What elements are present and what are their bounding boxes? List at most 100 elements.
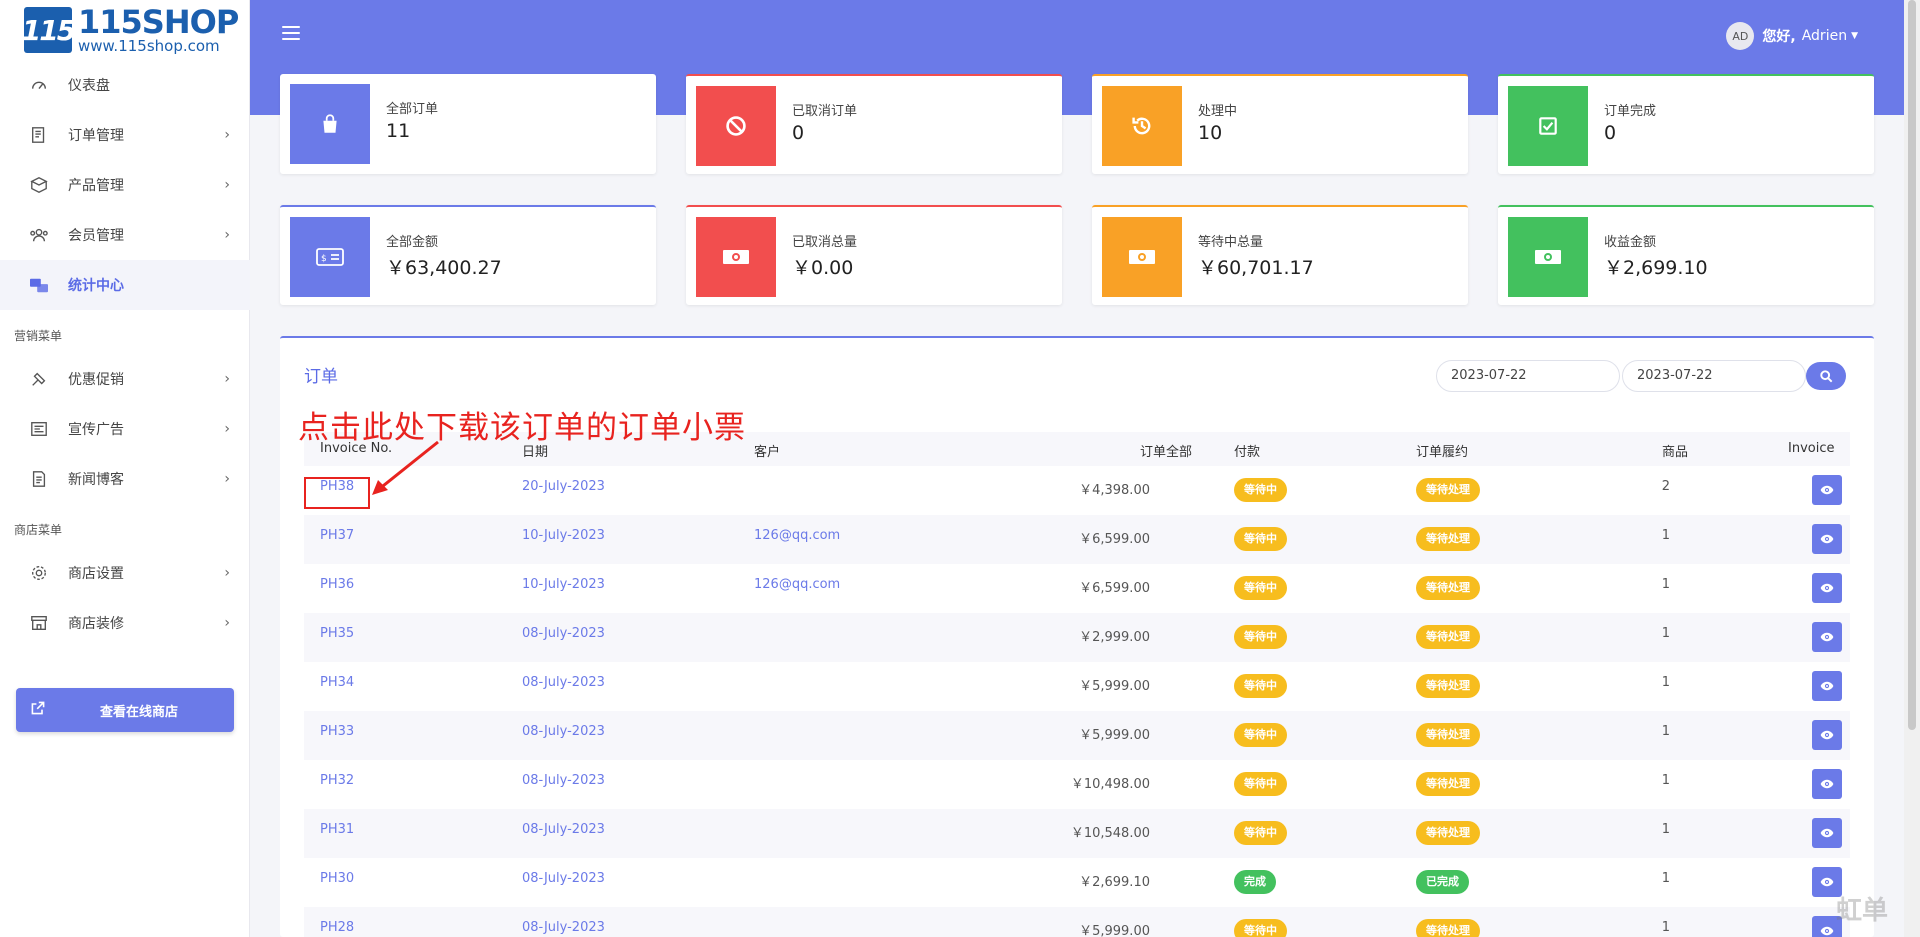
item-count: 1 (1661, 822, 1670, 837)
stat-value: ￥60,701.17 (1198, 257, 1314, 279)
payment-badge: 等待中 (1234, 821, 1287, 845)
order-date[interactable]: 10-July-2023 (522, 577, 605, 592)
stat-card-cancelled-amount: 已取消总量 ￥0.00 (686, 205, 1062, 305)
view-invoice-button[interactable] (1812, 524, 1842, 554)
view-invoice-button[interactable] (1812, 475, 1842, 505)
order-date[interactable]: 08-July-2023 (522, 920, 605, 935)
sidebar-item-promotions[interactable]: 优惠促销 › (0, 354, 250, 404)
invoice-link[interactable]: PH36 (320, 577, 354, 592)
orders-title: 订单 (304, 367, 338, 387)
sidebar-item-news[interactable]: 新闻博客 › (0, 454, 250, 504)
stat-card-processing: 处理中 10 (1092, 74, 1468, 174)
scrollbar-thumb[interactable] (1908, 0, 1916, 730)
table-row: PH35 08-July-2023 ￥2,999.00 等待中 等待处理 1 (304, 613, 1850, 662)
sidebar-item-label: 商店装修 (68, 616, 124, 632)
order-date[interactable]: 08-July-2023 (522, 675, 605, 690)
invoice-link[interactable]: PH37 (320, 528, 354, 543)
invoice-link[interactable]: PH28 (320, 920, 354, 935)
view-online-shop-button[interactable]: 查看在线商店 (16, 688, 234, 732)
menu-toggle-icon[interactable] (282, 26, 300, 44)
sidebar-item-shop-settings[interactable]: 商店设置 › (0, 548, 250, 598)
view-invoice-button[interactable] (1812, 720, 1842, 750)
section-marketing: 营销菜单 (14, 329, 63, 343)
invoice-link[interactable]: PH33 (320, 724, 354, 739)
eye-icon (1820, 534, 1834, 544)
invoice-link[interactable]: PH34 (320, 675, 354, 690)
order-date[interactable]: 10-July-2023 (522, 528, 605, 543)
search-icon (1819, 369, 1832, 382)
invoice-link[interactable]: PH30 (320, 871, 354, 886)
stat-title: 全部订单 (386, 102, 439, 117)
history-icon (1102, 86, 1182, 166)
customer-email[interactable]: 126@qq.com (754, 577, 840, 592)
annotation-text: 点击此处下载该订单的订单小票 (298, 410, 746, 446)
order-date[interactable]: 08-July-2023 (522, 773, 605, 788)
annotation-highlight-box (304, 477, 370, 509)
table-row: PH34 08-July-2023 ￥5,999.00 等待中 等待处理 1 (304, 662, 1850, 711)
money-bill-icon (1508, 217, 1588, 297)
stat-card-all-orders: 全部订单 11 (280, 74, 656, 174)
payment-badge: 等待中 (1234, 478, 1287, 502)
date-from-input[interactable]: 2023-07-22 (1436, 360, 1620, 392)
section-shop: 商店菜单 (14, 523, 63, 537)
view-invoice-button[interactable] (1812, 818, 1842, 848)
stat-value: ￥0.00 (792, 257, 854, 279)
sidebar-item-stats[interactable]: 统计中心 (0, 260, 250, 310)
stat-card-cancelled-orders: 已取消订单 0 (686, 74, 1062, 174)
invoice-link[interactable]: PH31 (320, 822, 354, 837)
brand-name: 115SHOP (78, 3, 239, 41)
view-shop-label: 查看在线商店 (100, 704, 179, 720)
view-invoice-button[interactable] (1812, 671, 1842, 701)
stat-title: 订单完成 (1604, 104, 1657, 119)
sidebar-item-products[interactable]: 产品管理 › (0, 160, 250, 210)
stat-value: 0 (792, 122, 805, 144)
view-invoice-button[interactable] (1812, 769, 1842, 799)
eye-icon (1820, 730, 1834, 740)
order-date[interactable]: 20-July-2023 (522, 479, 605, 494)
sidebar-item-members[interactable]: 会员管理 › (0, 210, 250, 260)
watermark-text: 虹单 (1836, 896, 1889, 926)
sidebar-item-orders[interactable]: 订单管理 › (0, 110, 250, 160)
col-payment: 付款 (1234, 445, 1261, 460)
order-date[interactable]: 08-July-2023 (522, 724, 605, 739)
col-invoice: Invoice (1788, 441, 1835, 456)
search-button[interactable] (1806, 362, 1846, 390)
fulfillment-badge: 等待处理 (1416, 723, 1480, 747)
table-row: PH32 08-July-2023 ￥10,498.00 等待中 等待处理 1 (304, 760, 1850, 809)
invoice-link[interactable]: PH32 (320, 773, 354, 788)
chevron-right-icon: › (224, 615, 230, 631)
table-row: PH30 08-July-2023 ￥2,699.10 完成 已完成 1 (304, 858, 1850, 907)
page-scrollbar[interactable] (1904, 0, 1920, 937)
chevron-right-icon: › (224, 421, 230, 437)
date-to-input[interactable]: 2023-07-22 (1622, 360, 1806, 392)
eye-icon (1820, 828, 1834, 838)
customer-email[interactable]: 126@qq.com (754, 528, 840, 543)
invoice-link[interactable]: PH35 (320, 626, 354, 641)
fulfillment-badge: 等待处理 (1416, 674, 1480, 698)
order-date[interactable]: 08-July-2023 (522, 871, 605, 886)
sidebar-item-label: 商店设置 (68, 566, 124, 582)
order-date[interactable]: 08-July-2023 (522, 822, 605, 837)
order-date[interactable]: 08-July-2023 (522, 626, 605, 641)
item-count: 1 (1661, 577, 1670, 592)
table-row: PH28 08-July-2023 ￥5,999.00 等待中 等待处理 1 (304, 907, 1850, 937)
brand-logo[interactable]: 115 115SHOP www.115shop.com (22, 5, 240, 55)
fulfillment-badge: 等待处理 (1416, 478, 1480, 502)
money-card-icon: $ (290, 217, 370, 297)
store-icon (28, 612, 50, 634)
sidebar-item-ads[interactable]: 宣传广告 › (0, 404, 250, 454)
payment-badge: 等待中 (1234, 674, 1287, 698)
col-total: 订单全部 (1140, 445, 1193, 460)
user-menu[interactable]: AD 您好, Adrien ▼ (1726, 22, 1858, 50)
stat-title: 等待中总量 (1198, 235, 1264, 250)
ads-icon (28, 418, 50, 440)
sidebar-item-shop-decor[interactable]: 商店装修 › (0, 598, 250, 648)
ban-icon (696, 86, 776, 166)
eye-icon (1820, 583, 1834, 593)
sidebar-item-dashboard[interactable]: 仪表盘 (0, 60, 250, 110)
stat-card-completed: 订单完成 0 (1498, 74, 1874, 174)
view-invoice-button[interactable] (1812, 573, 1842, 603)
order-total: ￥4,398.00 (1079, 483, 1150, 498)
view-invoice-button[interactable] (1812, 622, 1842, 652)
item-count: 1 (1661, 724, 1670, 739)
